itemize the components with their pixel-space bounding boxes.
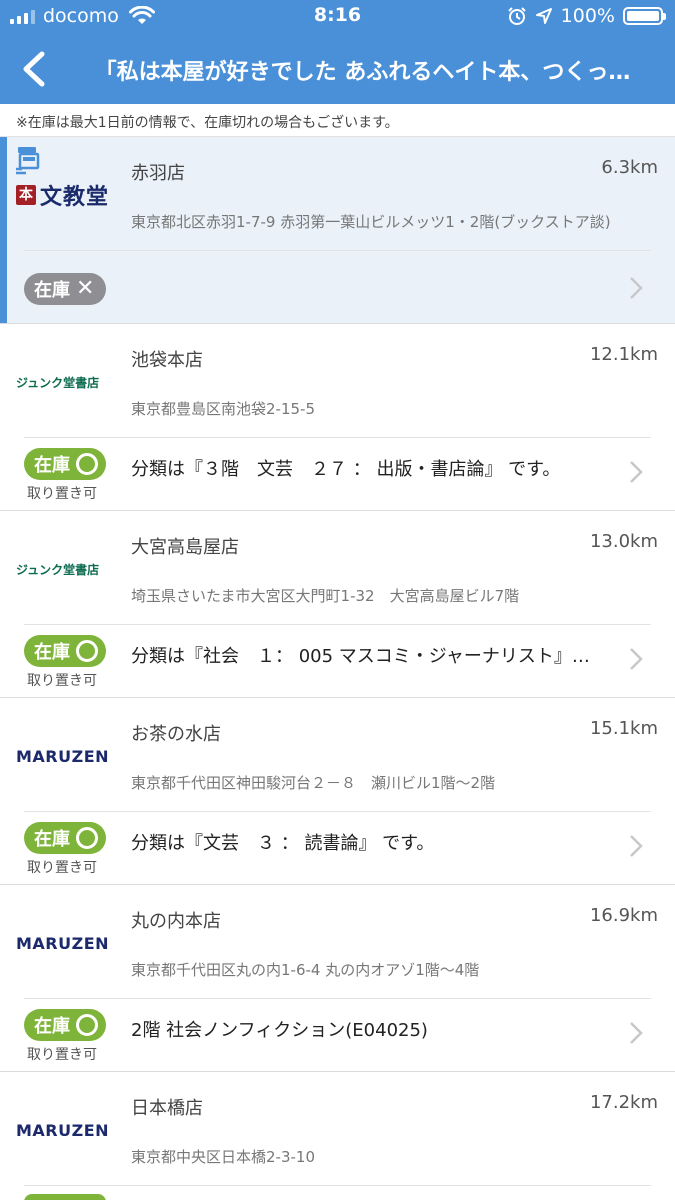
navigation-bar: 「私は本屋が好きでした あふれるヘイト本、つくっ… (0, 34, 675, 104)
shelf-category: 分類は『文芸 ３ ： 読書論』 です。 (131, 833, 435, 854)
store-row-akabane[interactable]: 本文教堂 赤羽店 6.3km 東京都北区赤羽1-7-9 赤羽第一葉山ビルメッツ1… (0, 137, 675, 324)
stock-badge-in (24, 1194, 106, 1200)
store-address: 東京都中央区日本橋2-3-10 (131, 1148, 315, 1166)
shelf-category: 分類は『３階 文芸 ２７ ： 出版・書店論』 です。 (131, 459, 561, 480)
store-name: 日本橋店 (131, 1098, 203, 1119)
circle-icon (76, 827, 98, 849)
store-distance: 13.0km (589, 531, 658, 552)
battery-icon (623, 7, 666, 25)
store-address: 東京都豊島区南池袋2-15-5 (131, 400, 315, 418)
store-address: 東京都千代田区丸の内1-6-4 丸の内オアゾ1階～4階 (131, 961, 480, 979)
store-logo-junkudo: ジュンク堂書店 (16, 375, 100, 390)
chevron-right-icon[interactable] (629, 834, 643, 858)
stock-badge-in: 在庫 (24, 635, 106, 667)
store-name: 大宮高島屋店 (131, 537, 239, 558)
store-row-ikebukuro[interactable]: ジュンク堂書店 池袋本店 12.1km 東京都豊島区南池袋2-15-5 在庫 取… (0, 324, 675, 511)
page-title: 「私は本屋が好きでした あふれるヘイト本、つくっ… (94, 60, 631, 85)
stock-notice: ※在庫は最大1日前の情報で、在庫切れの場合もございます。 (0, 104, 675, 137)
divider (24, 998, 651, 999)
store-distance: 15.1km (589, 718, 658, 739)
store-address: 東京都北区赤羽1-7-9 赤羽第一葉山ビルメッツ1・2階(ブックストア談) (131, 213, 611, 231)
reserve-label: 取り置き可 (27, 1047, 97, 1063)
store-logo-maruzen: MARUZEN (16, 1120, 110, 1140)
status-bar: docomo 8:16 100% (0, 0, 675, 34)
stock-badge-out: 在庫 ✕ (24, 273, 106, 305)
favorite-store-icon[interactable] (12, 145, 42, 175)
chevron-right-icon[interactable] (629, 276, 643, 300)
divider (24, 1185, 651, 1186)
store-name: 池袋本店 (131, 350, 203, 371)
shelf-category: 2階 社会ノンフィクション(E04025) (131, 1020, 428, 1041)
shelf-category: 分類は『社会 １： 005 マスコミ・ジャーナリスト』… (131, 646, 590, 667)
circle-icon (76, 453, 98, 475)
store-row-marunouchi[interactable]: MARUZEN 丸の内本店 16.9km 東京都千代田区丸の内1-6-4 丸の内… (0, 885, 675, 1072)
stock-badge-in: 在庫 (24, 822, 106, 854)
circle-icon (76, 1014, 98, 1036)
divider (24, 624, 651, 625)
location-arrow-icon (535, 8, 552, 24)
cross-icon: ✕ (76, 276, 95, 301)
chevron-right-icon[interactable] (629, 647, 643, 671)
store-logo-junkudo: ジュンク堂書店 (16, 562, 100, 577)
chevron-left-icon[interactable] (16, 46, 56, 92)
alarm-icon (507, 7, 526, 25)
reserve-label: 取り置き可 (27, 860, 97, 876)
chevron-right-icon[interactable] (629, 1021, 643, 1045)
store-name: 丸の内本店 (131, 911, 221, 932)
store-name: お茶の水店 (131, 724, 221, 745)
divider (24, 250, 651, 251)
stock-badge-in: 在庫 (24, 1009, 106, 1041)
store-address: 埼玉県さいたま市大宮区大門町1-32 大宮高島屋ビル7階 (131, 587, 520, 605)
store-logo-maruzen: MARUZEN (16, 933, 110, 953)
store-distance: 17.2km (589, 1092, 658, 1113)
selected-accent-bar (0, 137, 7, 323)
store-distance: 12.1km (589, 344, 658, 365)
store-distance: 16.9km (589, 905, 658, 926)
circle-icon (76, 640, 98, 662)
store-address: 東京都千代田区神田駿河台２－８ 瀬川ビル1階～2階 (131, 774, 496, 792)
reserve-label: 取り置き可 (27, 486, 97, 502)
store-row-omiya[interactable]: ジュンク堂書店 大宮高島屋店 13.0km 埼玉県さいたま市大宮区大門町1-32… (0, 511, 675, 698)
reserve-label: 取り置き可 (27, 673, 97, 689)
store-list: 本文教堂 赤羽店 6.3km 東京都北区赤羽1-7-9 赤羽第一葉山ビルメッツ1… (0, 137, 675, 1200)
store-row-nihonbashi[interactable]: MARUZEN 日本橋店 17.2km 東京都中央区日本橋2-3-10 (0, 1072, 675, 1200)
battery-percent: 100% (560, 5, 615, 27)
store-name: 赤羽店 (131, 163, 185, 184)
store-row-ochanomizu[interactable]: MARUZEN お茶の水店 15.1km 東京都千代田区神田駿河台２－８ 瀬川ビ… (0, 698, 675, 885)
divider (24, 437, 651, 438)
chevron-right-icon[interactable] (629, 460, 643, 484)
stock-badge-in: 在庫 (24, 448, 106, 480)
divider (24, 811, 651, 812)
store-distance: 6.3km (601, 157, 658, 178)
store-logo-maruzen: MARUZEN (16, 746, 110, 766)
store-logo-bunkyodo: 本文教堂 (16, 175, 114, 215)
